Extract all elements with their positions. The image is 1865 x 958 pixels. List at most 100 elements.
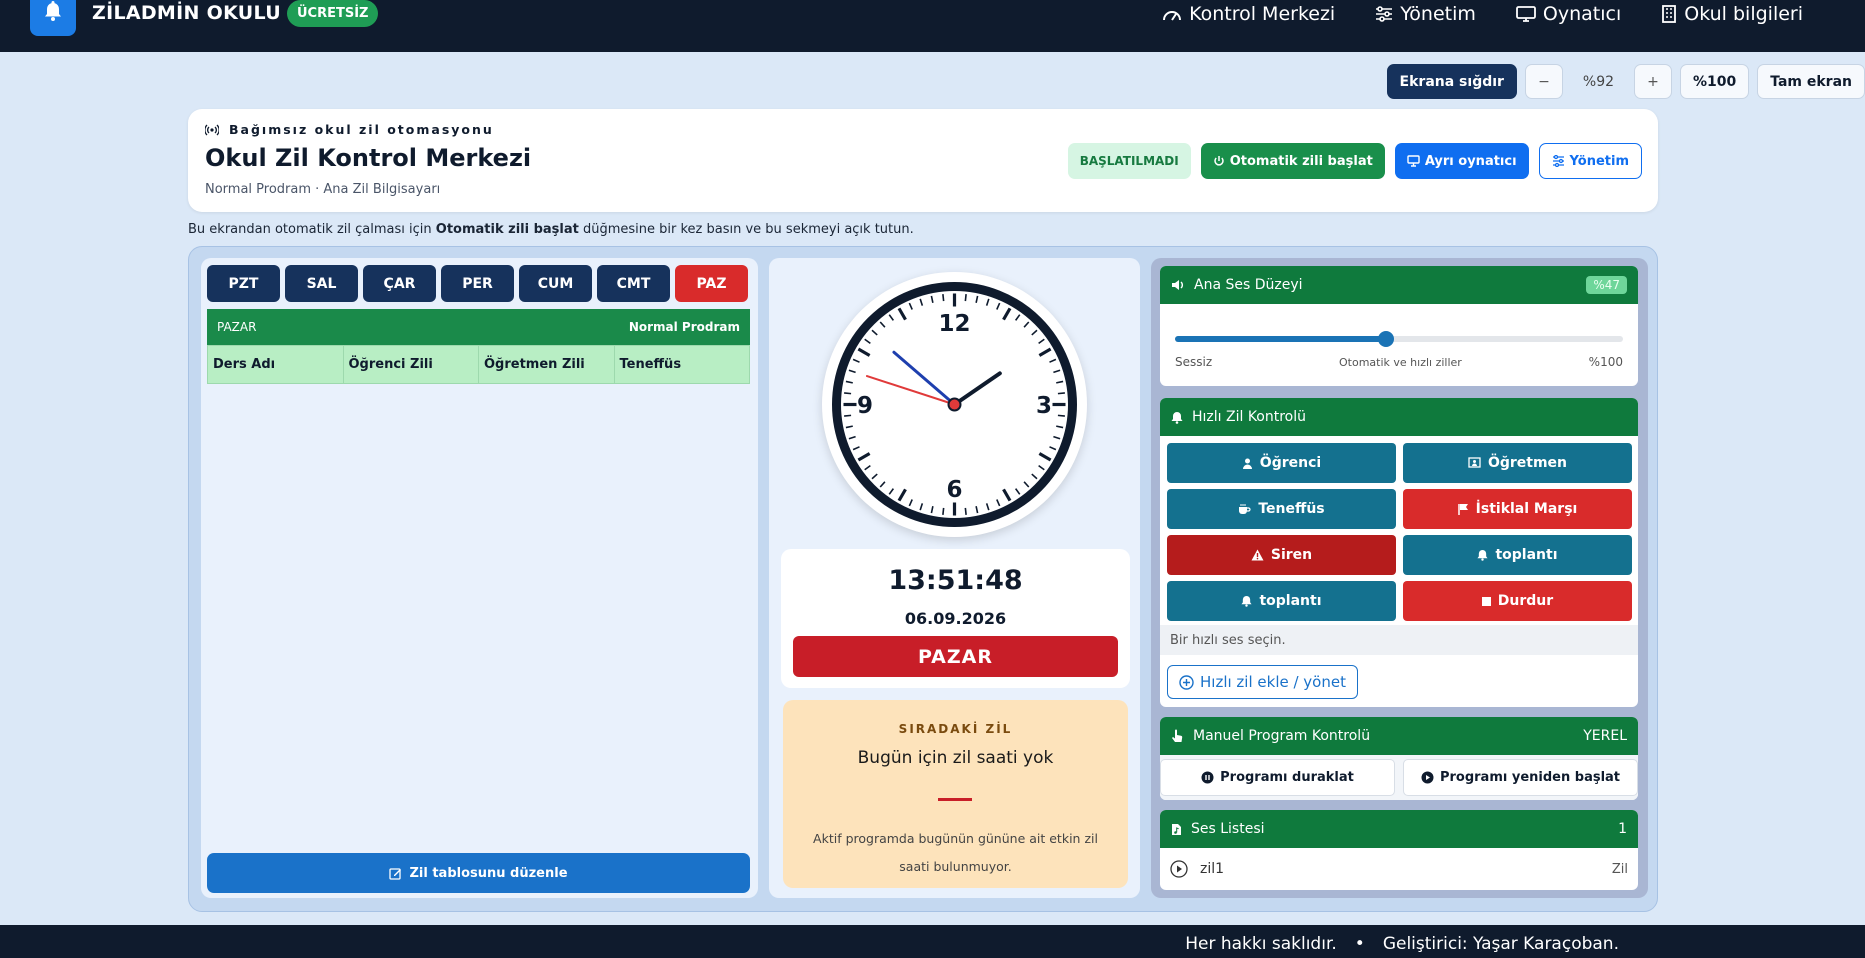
bell-icon (1171, 411, 1183, 424)
restart-program-button[interactable]: Programı yeniden başlat (1403, 759, 1638, 796)
monitor-icon (1516, 6, 1536, 22)
tab-wednesday[interactable]: ÇAR (363, 265, 436, 302)
manual-program-header: Manuel Program Kontrolü YEREL (1160, 717, 1638, 755)
national-anthem-button[interactable]: İstiklal Marşı (1403, 489, 1632, 529)
footer-developer: Geliştirici: Yaşar Karaçoban. (1382, 934, 1619, 954)
nav-admin[interactable]: Yönetim (1375, 3, 1476, 25)
admin-button[interactable]: Yönetim (1538, 143, 1642, 179)
volume-percent-badge: %47 (1586, 276, 1627, 294)
teacher-bell-button[interactable]: Öğretmen (1403, 443, 1632, 483)
current-date: 06.09.2026 (904, 609, 1007, 628)
stop-button[interactable]: Durdur (1403, 581, 1632, 621)
digital-clock-card: 13:51:48 06.09.2026 PAZAR (781, 549, 1130, 688)
volume-max-label: %100 (1588, 355, 1623, 369)
pause-program-button[interactable]: Programı duraklat (1160, 759, 1395, 796)
clock-tick (844, 392, 852, 395)
footer: Her hakkı saklıdır. • Geliştirici: Yaşar… (0, 925, 1865, 958)
fit-screen-button[interactable]: Ekrana sığdır (1386, 64, 1517, 99)
user-icon (1242, 458, 1252, 469)
hand-pointer-icon (1172, 729, 1183, 742)
meeting-bell-button-2[interactable]: toplantı (1167, 581, 1396, 621)
next-bell-description: Aktif programda bugünün gününe ait etkin… (813, 831, 1098, 874)
start-auto-bell-button[interactable]: Otomatik zili başlat (1200, 143, 1385, 179)
sound-name: zil1 (1200, 861, 1225, 877)
column-student-bell: Öğrenci Zili (344, 346, 479, 383)
pause-icon (1201, 771, 1214, 784)
sliders-icon (1376, 6, 1393, 22)
nav-player[interactable]: Oynatıcı (1516, 3, 1621, 25)
siren-button[interactable]: Siren (1167, 535, 1396, 575)
next-bell-divider (938, 798, 972, 801)
tab-saturday[interactable]: CMT (597, 265, 670, 302)
column-lesson-name: Ders Adı (208, 346, 344, 383)
monitor-icon (1407, 155, 1420, 167)
control-center-header: Bağımsız okul zil otomasyonu Okul Zil Ko… (188, 109, 1658, 212)
master-volume-header: Ana Ses Düzeyi %47 (1160, 266, 1638, 304)
zoom-reset-button[interactable]: %100 (1679, 64, 1750, 99)
clock-center (947, 397, 962, 412)
edit-schedule-button[interactable]: Zil tablosunu düzenle (207, 853, 750, 893)
nav-school-info[interactable]: Okul bilgileri (1661, 3, 1803, 25)
warning-icon (1251, 549, 1264, 561)
clock-tick (844, 414, 852, 417)
manage-quick-bells-button[interactable]: Hızlı zil ekle / yönet (1167, 665, 1358, 699)
separate-player-button[interactable]: Ayrı oynatıcı (1394, 143, 1529, 179)
quick-bell-card: Hızlı Zil Kontrolü Öğrenci Öğretmen Tene… (1160, 398, 1638, 707)
schedule-table-header: PAZAR Normal Prodram (207, 309, 750, 345)
zoom-in-button[interactable]: + (1633, 64, 1672, 99)
bell-icon (1241, 595, 1253, 607)
volume-min-label: Sessiz (1175, 355, 1213, 369)
next-bell-title: Bugün için zil saati yok (857, 748, 1054, 768)
sound-count: 1 (1618, 821, 1627, 837)
music-file-icon (1172, 823, 1181, 835)
day-tabs: PZT SAL ÇAR PER CUM CMT PAZ (207, 265, 748, 302)
broadcast-icon (205, 124, 219, 135)
gauge-icon (1163, 11, 1182, 21)
volume-slider[interactable] (1175, 331, 1623, 347)
tab-friday[interactable]: CUM (519, 265, 592, 302)
zoom-toolbar: Ekrana sığdır − %92 + %100 Tam ekran (1386, 64, 1865, 99)
bell-icon[interactable] (30, 0, 76, 36)
schedule-program: Normal Prodram (628, 320, 740, 334)
play-icon (1421, 771, 1434, 784)
quick-bell-header: Hızlı Zil Kontrolü (1160, 398, 1638, 436)
play-circle-icon[interactable] (1170, 860, 1188, 878)
meeting-bell-button-1[interactable]: toplantı (1403, 535, 1632, 575)
quick-bell-grid: Öğrenci Öğretmen Teneffüs İstiklal Marşı… (1167, 443, 1632, 621)
tab-tuesday[interactable]: SAL (285, 265, 358, 302)
coffee-icon (1239, 504, 1251, 514)
tab-sunday[interactable]: PAZ (675, 265, 748, 302)
brand-name[interactable]: ZİLADMİN OKULU (92, 2, 281, 24)
footer-rights: Her hakkı saklıdır. (1185, 934, 1337, 954)
power-icon (1213, 156, 1224, 166)
zoom-out-button[interactable]: − (1524, 64, 1563, 99)
clock-tick (942, 507, 945, 515)
next-bell-label: SIRADAKİ ZİL (898, 722, 1013, 736)
header-subtitle: Bağımsız okul zil otomasyonu (205, 122, 494, 137)
fullscreen-button[interactable]: Tam ekran (1757, 64, 1865, 99)
tab-monday[interactable]: PZT (207, 265, 280, 302)
manual-program-buttons: Programı duraklat Programı yeniden başla… (1160, 755, 1638, 800)
manual-program-card: Manuel Program Kontrolü YEREL Programı d… (1160, 717, 1638, 800)
break-bell-button[interactable]: Teneffüs (1167, 489, 1396, 529)
clock-tick (964, 507, 967, 515)
clock-number-3: 3 (1036, 393, 1052, 419)
tab-thursday[interactable]: PER (441, 265, 514, 302)
volume-mid-label: Otomatik ve hızlı ziller (1339, 355, 1462, 369)
list-item[interactable]: zil1 Zil (1160, 848, 1638, 890)
clock-number-12: 12 (938, 311, 970, 337)
schedule-columns: Ders Adı Öğrenci Zili Öğretmen Zili Tene… (207, 345, 750, 384)
volume-slider-thumb[interactable] (1377, 331, 1394, 347)
schedule-day: PAZAR (217, 320, 257, 334)
main-nav: Kontrol Merkezi Yönetim Oynatıcı Okul bi… (1162, 3, 1803, 25)
top-navbar: ZİLADMİN OKULU ÜCRETSİZ Kontrol Merkezi … (0, 0, 1865, 52)
sliders-icon (1552, 155, 1564, 167)
zoom-level: %92 (1582, 73, 1615, 90)
next-bell-card: SIRADAKİ ZİL Bugün için zil saati yok Ak… (783, 700, 1128, 888)
flag-icon (1457, 504, 1468, 515)
clock-tick (1057, 392, 1065, 395)
clock-number-6: 6 (946, 477, 962, 503)
nav-control-center[interactable]: Kontrol Merkezi (1162, 3, 1335, 25)
student-bell-button[interactable]: Öğrenci (1167, 443, 1396, 483)
footer-separator: • (1354, 934, 1365, 954)
